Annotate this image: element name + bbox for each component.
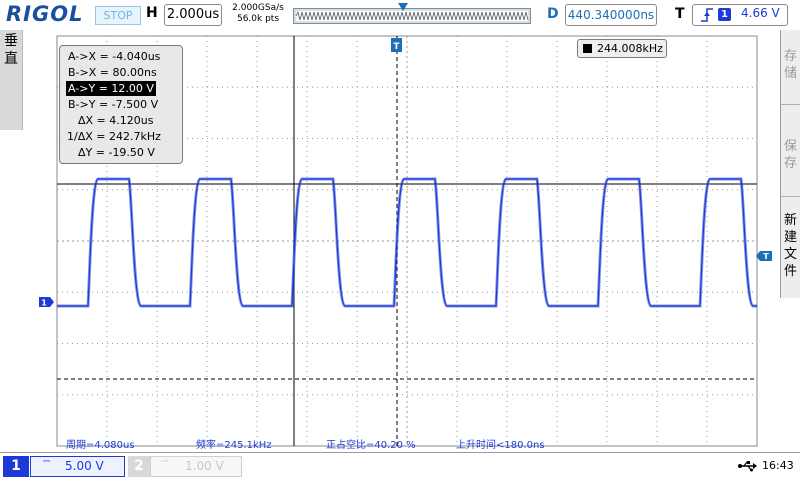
channel2-button[interactable]: 2 xyxy=(128,456,150,477)
measurement-duty: 正占空比=40.20 % xyxy=(326,440,416,451)
cursor-label: ΔY xyxy=(78,146,93,159)
cursor-value: 80.00ns xyxy=(112,66,157,79)
dc-coupling-icon: ⎓ xyxy=(43,457,51,467)
cursor-inv-dx-row: 1/ΔX = 242.7kHz xyxy=(67,130,161,143)
cursor-label: A->Y xyxy=(68,82,96,95)
cursor-label: B->X xyxy=(68,66,97,79)
cursor-bx-row: B->X = 80.00ns xyxy=(68,66,157,79)
cursor-dy-row: ΔY = -19.50 V xyxy=(78,146,155,159)
cursor-value: 12.00 V xyxy=(111,82,154,95)
channel1-marker-label: 1 xyxy=(41,299,47,308)
cursor-label: A->X xyxy=(68,50,97,63)
cursor-value: -7.500 V xyxy=(111,98,159,111)
cursor-label: 1/ΔX xyxy=(67,130,93,143)
cursor-value: -4.040us xyxy=(112,50,161,63)
cursor-label: ΔX xyxy=(78,114,94,127)
cursor-dx-row: ΔX = 4.120us xyxy=(78,114,154,127)
channel2-scale: 1.00 V xyxy=(185,459,224,473)
cursor-ax-row: A->X = -4.040us xyxy=(68,50,161,63)
cursor-label: B->Y xyxy=(68,98,96,111)
frequency-counter-value: 244.008kHz xyxy=(597,42,663,55)
channel1-settings[interactable]: ⎓ 5.00 V xyxy=(30,456,125,477)
cursor-by-row: B->Y = -7.500 V xyxy=(68,98,159,111)
trigger-level-marker-label: T xyxy=(763,252,769,261)
trigger-level-marker[interactable]: T xyxy=(756,251,774,261)
measurement-frequency: 频率=245.1kHz xyxy=(196,440,272,451)
cursor-value: 4.120us xyxy=(109,114,154,127)
measurement-rise-time: 上升时间<180.0ns xyxy=(456,440,545,451)
cursor-value: 242.7kHz xyxy=(108,130,161,143)
frequency-counter[interactable]: 244.008kHz xyxy=(577,39,667,58)
channel2-settings[interactable]: ⎓ 1.00 V xyxy=(150,456,242,477)
dc-coupling-icon: ⎓ xyxy=(161,457,169,467)
measurement-period: 周期=4.080us xyxy=(66,440,135,451)
trigger-position-marker[interactable]: T xyxy=(391,38,402,52)
counter-icon xyxy=(583,44,592,53)
channel1-scale: 5.00 V xyxy=(65,459,104,473)
trigger-position-label: T xyxy=(393,42,400,52)
usb-icon xyxy=(738,461,757,472)
cursor-ay-row[interactable]: A->Y = 12.00 V xyxy=(66,81,156,96)
oscilloscope-screen: RIGOL STOP H 2.000us 2.000GSa/s 56.0k pt… xyxy=(0,0,800,480)
cursor-value: -19.50 V xyxy=(108,146,155,159)
channel1-ground-marker[interactable]: 1 xyxy=(39,297,54,308)
cursor-readout-panel: A->X = -4.040us B->X = 80.00ns A->Y = 12… xyxy=(59,45,183,164)
system-clock: 16:43 xyxy=(762,459,794,472)
channel1-button[interactable]: 1 xyxy=(3,456,29,477)
